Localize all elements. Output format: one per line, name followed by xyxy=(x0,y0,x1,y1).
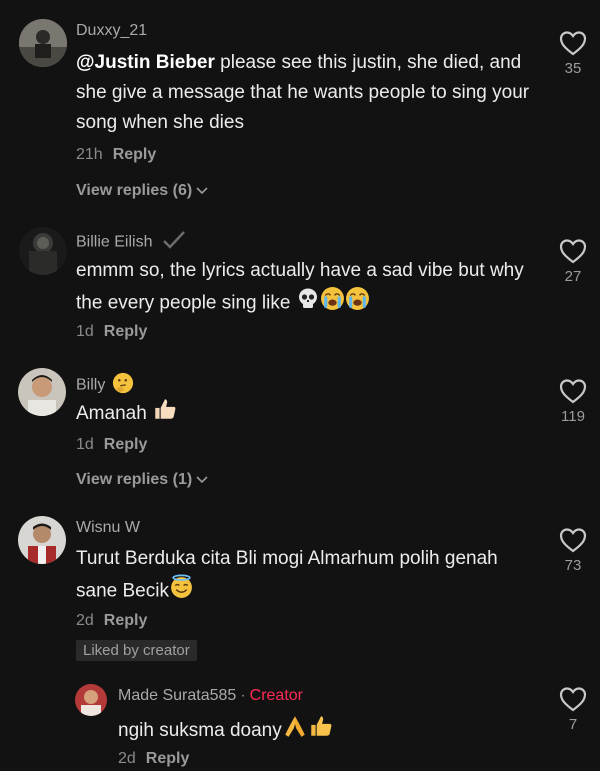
heart-icon xyxy=(559,239,587,264)
comment-username[interactable]: Billy xyxy=(76,372,134,399)
thinking-emoji xyxy=(112,372,134,399)
like-button[interactable]: 119 xyxy=(553,378,593,425)
avatar[interactable] xyxy=(19,227,67,275)
creator-tag: Creator xyxy=(249,687,303,704)
reply-item: Made Surata585 · Creator ngih suksma doany… xyxy=(0,680,600,771)
avatar[interactable] xyxy=(18,368,66,416)
comment-text: Turut Berduka cita Bli mogi Almarhum pol… xyxy=(76,544,526,609)
comment-time: 2d xyxy=(118,750,136,767)
comment-meta: 2d Reply xyxy=(76,612,147,630)
crying-emoji xyxy=(320,286,345,321)
like-button[interactable]: 73 xyxy=(553,527,593,574)
like-count: 73 xyxy=(564,557,582,574)
thumbs-up-emoji xyxy=(152,396,178,432)
chevron-down-icon xyxy=(196,471,208,489)
comment-time: 1d xyxy=(76,323,94,340)
comment-item: Duxxy_21 @Justin Bieber please see this … xyxy=(0,0,600,210)
comment-time: 21h xyxy=(76,146,103,163)
comment-text: ngih suksma doany xyxy=(118,713,538,749)
like-button[interactable]: 35 xyxy=(553,30,593,77)
avatar[interactable] xyxy=(18,516,66,564)
comment-item: Wisnu W Turut Berduka cita Bli mogi Alma… xyxy=(0,510,600,680)
comment-meta: 1d Reply xyxy=(76,436,147,454)
comment-text: emmm so, the lyrics actually have a sad … xyxy=(76,256,526,321)
halo-smile-emoji xyxy=(169,574,194,609)
comment-username: Made Surata585 · Creator xyxy=(118,687,303,704)
thumbs-up-emoji xyxy=(308,713,334,749)
view-replies-button[interactable]: View replies (6) xyxy=(76,182,208,200)
chevron-down-icon xyxy=(196,182,208,200)
like-count: 7 xyxy=(568,716,578,733)
reply-username[interactable]: Made Surata585 xyxy=(118,687,236,704)
heart-icon xyxy=(559,528,587,553)
comment-username[interactable]: Duxxy_21 xyxy=(76,22,147,40)
heart-icon xyxy=(559,31,587,56)
comment-meta: 2d Reply xyxy=(118,750,189,768)
reply-button[interactable]: Reply xyxy=(146,750,190,767)
folded-hands-emoji xyxy=(282,713,308,749)
avatar[interactable] xyxy=(75,684,107,716)
reply-button[interactable]: Reply xyxy=(113,146,157,163)
reply-button[interactable]: Reply xyxy=(104,323,148,340)
checkmark-icon xyxy=(161,230,187,255)
mention-link[interactable]: @Justin Bieber xyxy=(76,52,215,73)
like-count: 35 xyxy=(564,60,582,77)
comment-meta: 1d Reply xyxy=(76,323,147,341)
heart-icon xyxy=(559,687,587,712)
comment-text: @Justin Bieber please see this justin, s… xyxy=(76,52,530,133)
comment-item: Billy Amanah 1d Reply View replies (1) 11… xyxy=(0,360,600,510)
comment-time: 2d xyxy=(76,612,94,629)
heart-icon xyxy=(559,379,587,404)
skull-emoji xyxy=(296,287,320,321)
comment-username[interactable]: Wisnu W xyxy=(76,519,140,537)
comment-time: 1d xyxy=(76,436,94,453)
like-count: 119 xyxy=(561,408,585,425)
comment-text: Amanah xyxy=(76,396,526,432)
comment-username[interactable]: Billie Eilish xyxy=(76,230,187,255)
crying-emoji xyxy=(345,286,370,321)
like-button[interactable]: 27 xyxy=(553,238,593,285)
view-replies-button[interactable]: View replies (1) xyxy=(76,471,208,489)
comment-item: Billie Eilish emmm so, the lyrics actual… xyxy=(0,210,600,360)
reply-button[interactable]: Reply xyxy=(104,436,148,453)
like-button[interactable]: 7 xyxy=(553,686,593,733)
reply-button[interactable]: Reply xyxy=(104,612,148,629)
avatar[interactable] xyxy=(19,19,67,67)
liked-by-creator-badge: Liked by creator xyxy=(76,640,197,661)
like-count: 27 xyxy=(564,268,582,285)
comment-meta: 21h Reply xyxy=(76,146,156,164)
